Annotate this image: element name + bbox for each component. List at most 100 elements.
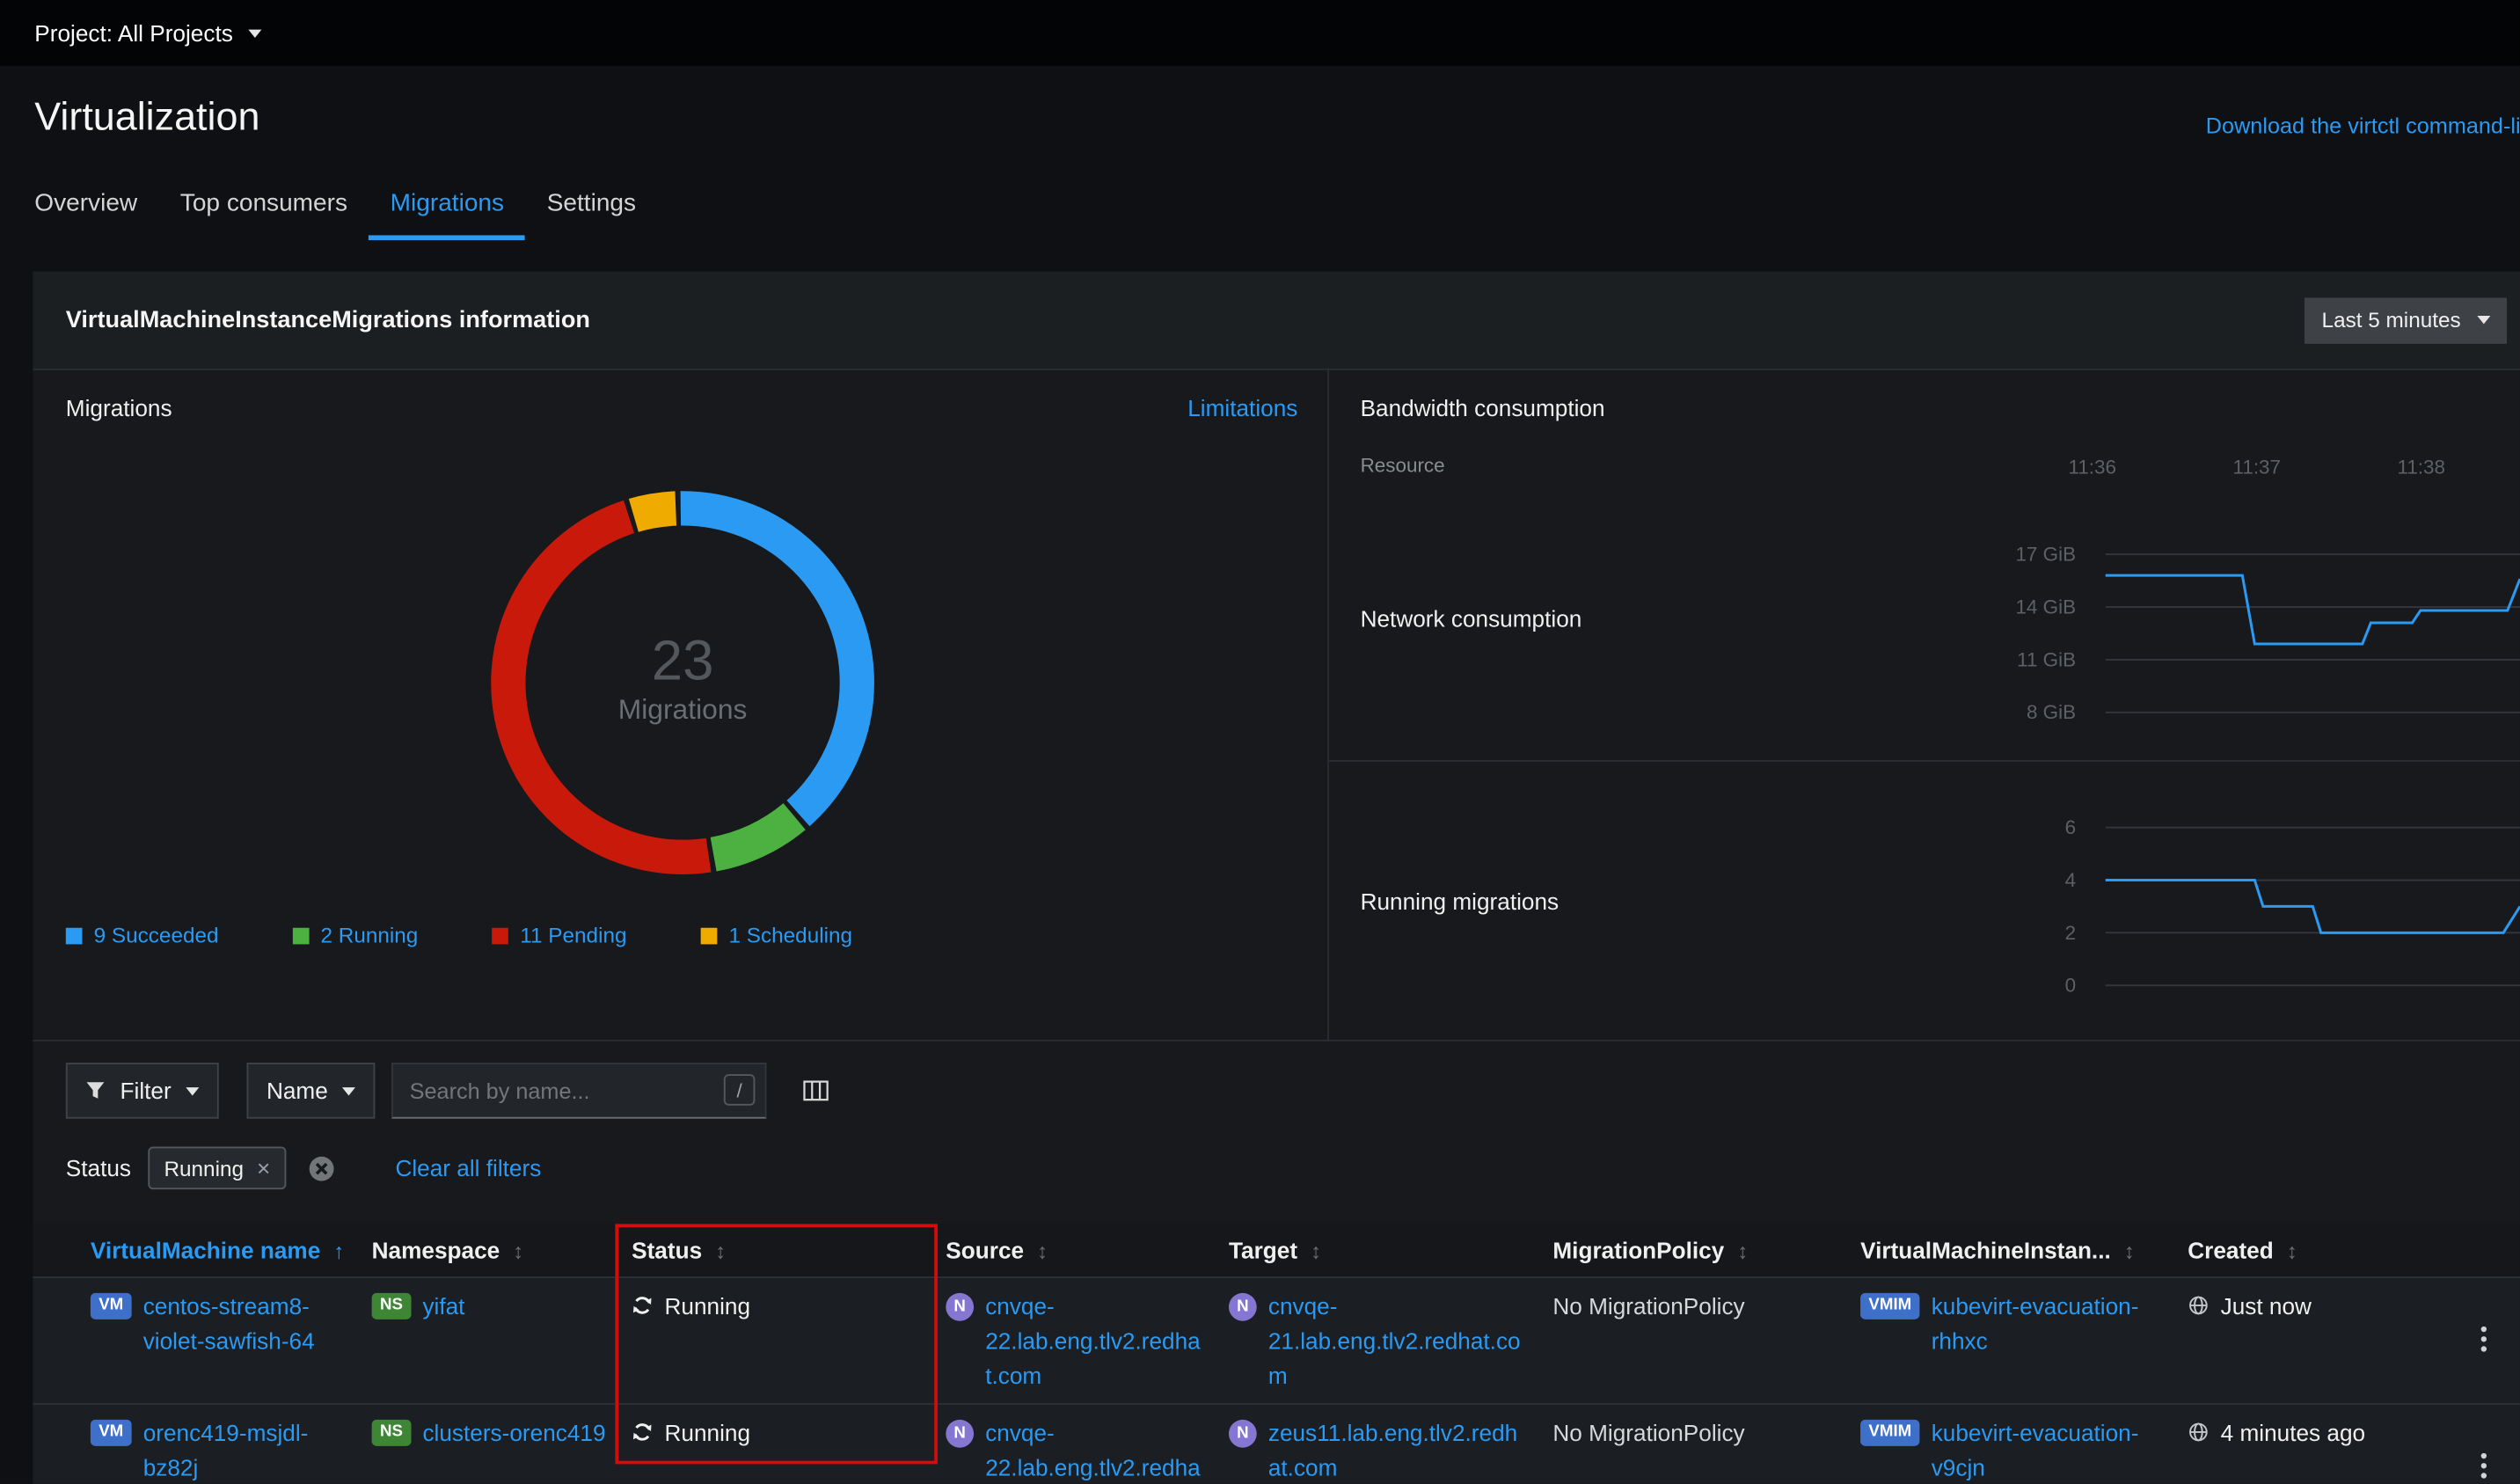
- filter-chip-running[interactable]: Running ×: [148, 1146, 287, 1189]
- migrations-donut-chart: [469, 469, 896, 896]
- sort-icon: ↕: [1311, 1238, 1321, 1262]
- svg-text:2: 2: [2065, 922, 2076, 944]
- globe-icon: [2188, 1295, 2209, 1316]
- legend-swatch-scheduling: [701, 927, 718, 944]
- bandwidth-panel-title: Bandwidth consumption: [1361, 395, 1605, 421]
- network-consumption-chart: 17 GiB14 GiB11 GiB8 GiB11:3611:3711:38: [1925, 424, 2520, 740]
- row-kebab-menu-button[interactable]: [2474, 1445, 2494, 1484]
- row-kebab-menu-button[interactable]: [2474, 1319, 2494, 1363]
- running-migrations-label: Running migrations: [1361, 888, 1559, 915]
- source-node-link[interactable]: cnvqe-22.lab.eng.tlv2.redhat.com: [985, 1290, 1206, 1393]
- cell-actions: [2448, 1405, 2520, 1484]
- legend-swatch-succeeded: [66, 927, 83, 944]
- tab-migrations[interactable]: Migrations: [369, 174, 525, 240]
- kebab-icon: [2480, 1325, 2487, 1351]
- times-circle-icon: [308, 1154, 336, 1182]
- vm-badge: VM: [91, 1293, 132, 1320]
- card-header: VirtualMachineInstanceMigrations informa…: [33, 272, 2520, 370]
- card-divider-horizontal: [33, 1040, 2520, 1042]
- target-node-link[interactable]: cnvqe-21.lab.eng.tlv2.redhat.com: [1268, 1290, 1530, 1393]
- chevron-down-icon: [248, 29, 261, 37]
- svg-text:11:36: 11:36: [2069, 457, 2116, 479]
- cell-source: N cnvqe-22.lab.eng.tlv2.redhat.com: [946, 1405, 1229, 1484]
- migration-policy-text: No MigrationPolicy: [1552, 1290, 1744, 1324]
- cell-status: Running: [632, 1278, 946, 1334]
- col-header-migrationpolicy[interactable]: MigrationPolicy ↕: [1552, 1237, 1860, 1263]
- limitations-link[interactable]: Limitations: [1187, 395, 1297, 421]
- col-header-created[interactable]: Created ↕: [2188, 1237, 2447, 1263]
- download-virtctl-link[interactable]: Download the virtctl command-line utilit…: [2206, 113, 2520, 138]
- svg-text:11 GiB: 11 GiB: [2017, 648, 2076, 670]
- manage-columns-button[interactable]: [800, 1076, 832, 1110]
- cell-created: 4 minutes ago: [2188, 1405, 2447, 1461]
- col-header-status[interactable]: Status ↕: [632, 1237, 946, 1263]
- legend-item-running[interactable]: 2 Running: [293, 923, 419, 947]
- search-field-wrapper: /: [391, 1063, 766, 1119]
- card-title: VirtualMachineInstanceMigrations informa…: [66, 307, 590, 333]
- namespace-badge: NS: [372, 1420, 412, 1446]
- migration-policy-text: No MigrationPolicy: [1552, 1416, 1744, 1451]
- namespace-link[interactable]: clusters-orenc419: [422, 1416, 605, 1451]
- chevron-down-icon: [343, 1086, 356, 1094]
- app-root: Project: All Projects Virtualization Dow…: [0, 0, 2520, 1484]
- chip-label: Running: [164, 1156, 244, 1181]
- clear-all-filters-link[interactable]: Clear all filters: [395, 1155, 541, 1181]
- svg-text:4: 4: [2065, 869, 2076, 891]
- source-node-link[interactable]: cnvqe-22.lab.eng.tlv2.redhat.com: [985, 1416, 1206, 1484]
- table-row: VM orenc419-msjdl-bz82j NS clusters-oren…: [33, 1405, 2520, 1484]
- time-range-select[interactable]: Last 5 minutes: [2305, 297, 2507, 343]
- cell-namespace: NS yifat: [372, 1278, 632, 1334]
- masthead: Project: All Projects: [0, 0, 2520, 66]
- chip-group-label: Status: [66, 1155, 131, 1181]
- legend-item-scheduling[interactable]: 1 Scheduling: [701, 923, 852, 947]
- search-shortcut-badge: /: [724, 1074, 756, 1106]
- vmim-link[interactable]: kubevirt-evacuation-rhhxc: [1932, 1290, 2165, 1359]
- filter-dropdown-label: Filter: [121, 1078, 172, 1104]
- clear-chip-group-button[interactable]: [308, 1154, 336, 1182]
- tab-settings[interactable]: Settings: [525, 174, 657, 240]
- search-attribute-select[interactable]: Name: [247, 1063, 376, 1119]
- cell-vm-name: VM orenc419-msjdl-bz82j: [33, 1405, 371, 1484]
- migrations-table: VirtualMachine name ↑ Namespace ↕ Status…: [33, 1224, 2520, 1483]
- col-header-source[interactable]: Source ↕: [946, 1237, 1229, 1263]
- cell-status: Running: [632, 1405, 946, 1461]
- in-progress-icon: [632, 1295, 653, 1316]
- sort-ascending-icon: ↑: [333, 1238, 344, 1262]
- legend-item-succeeded[interactable]: 9 Succeeded: [66, 923, 219, 947]
- status-text: Running: [665, 1416, 751, 1451]
- network-consumption-label: Network consumption: [1361, 605, 1582, 632]
- target-node-link[interactable]: zeus11.lab.eng.tlv2.redhat.com: [1268, 1416, 1530, 1484]
- namespace-badge: NS: [372, 1293, 412, 1320]
- tab-top-consumers[interactable]: Top consumers: [158, 174, 369, 240]
- running-migrations-chart: 6420: [1925, 786, 2520, 1004]
- filter-chips-row: Status Running × Clear all filters: [66, 1146, 542, 1189]
- node-badge: N: [1229, 1293, 1257, 1321]
- sort-icon: ↕: [1737, 1238, 1748, 1262]
- vmim-link[interactable]: kubevirt-evacuation-v9cjn: [1932, 1416, 2165, 1484]
- cell-target: N cnvqe-21.lab.eng.tlv2.redhat.com: [1229, 1278, 1552, 1403]
- vm-name-link[interactable]: orenc419-msjdl-bz82j: [143, 1416, 349, 1484]
- col-header-virtualmachineinstance[interactable]: VirtualMachineInstan... ↕: [1860, 1237, 2188, 1263]
- cell-vmim: VMIM kubevirt-evacuation-v9cjn: [1860, 1405, 2188, 1484]
- table-header-row: VirtualMachine name ↑ Namespace ↕ Status…: [33, 1224, 2520, 1278]
- filter-dropdown[interactable]: Filter: [66, 1063, 219, 1119]
- search-input[interactable]: [391, 1063, 766, 1119]
- cell-vm-name: VM centos-stream8-violet-sawfish-64: [33, 1278, 371, 1369]
- vm-name-link[interactable]: centos-stream8-violet-sawfish-64: [143, 1290, 349, 1359]
- col-header-target[interactable]: Target ↕: [1229, 1237, 1552, 1263]
- namespace-link[interactable]: yifat: [422, 1290, 464, 1324]
- globe-icon: [2188, 1422, 2209, 1443]
- col-header-virtualmachine-name[interactable]: VirtualMachine name ↑: [33, 1237, 371, 1263]
- project-selector[interactable]: Project: All Projects: [34, 19, 260, 46]
- sort-icon: ↕: [2124, 1238, 2135, 1262]
- search-attribute-label: Name: [267, 1078, 328, 1104]
- col-header-namespace[interactable]: Namespace ↕: [372, 1237, 632, 1263]
- chip-close-icon[interactable]: ×: [257, 1157, 270, 1180]
- filter-icon: [85, 1081, 105, 1100]
- svg-text:8 GiB: 8 GiB: [2027, 701, 2076, 723]
- cell-migration-policy: No MigrationPolicy: [1552, 1278, 1860, 1334]
- sort-icon: ↕: [715, 1238, 726, 1262]
- legend-item-pending[interactable]: 11 Pending: [493, 923, 627, 947]
- tab-overview[interactable]: Overview: [13, 174, 159, 240]
- status-text: Running: [665, 1290, 751, 1324]
